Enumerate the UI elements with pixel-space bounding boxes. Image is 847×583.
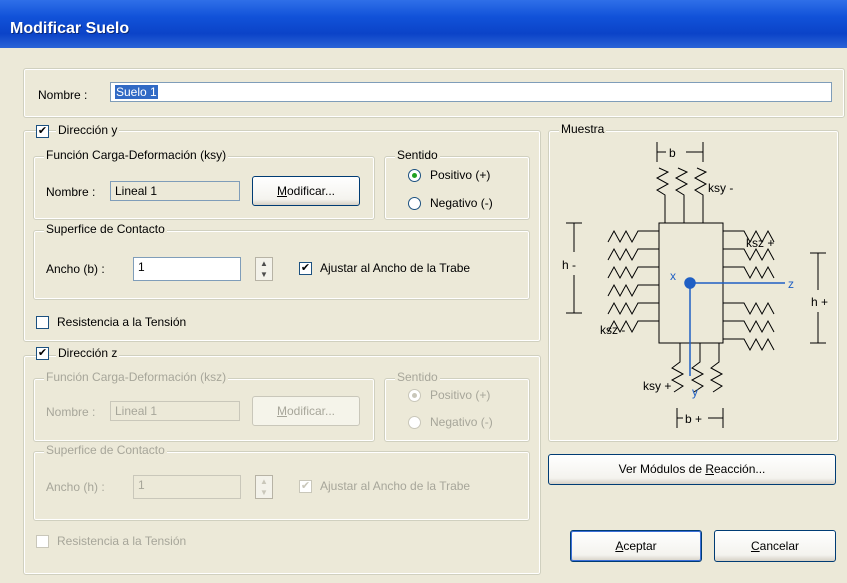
- cancelar-mnemonic: C: [750, 539, 760, 553]
- ancho-b-value: 1: [138, 260, 145, 274]
- cancelar-button[interactable]: Cancelar: [714, 530, 836, 562]
- ancho-h-label: Ancho (h) :: [46, 480, 105, 494]
- label-b-top: b: [669, 146, 676, 160]
- sentido-z-positivo-radio[interactable]: [408, 389, 421, 402]
- ancho-b-input[interactable]: 1: [133, 257, 241, 281]
- nombre-input-value: Suelo 1: [115, 85, 158, 99]
- funcion-ksy-nombre-value: Lineal 1: [115, 184, 158, 198]
- soil-spring-diagram: b ksy - ksz + h - h + ksz - ksy + b + x …: [562, 142, 828, 428]
- resistencia-z-label: Resistencia a la Tensión: [57, 534, 187, 548]
- sentido-z-negativo-label: Negativo (-): [430, 415, 493, 429]
- dialog-window: Modificar Suelo Nombre : Suelo 1 ✔ Direc…: [0, 0, 847, 583]
- sentido-y-group: Sentido: [384, 148, 530, 220]
- label-ksy-minus: ksy -: [708, 181, 733, 195]
- ancho-h-value: 1: [138, 478, 145, 492]
- label-h-plus: h +: [811, 295, 828, 309]
- label-h-minus: h -: [562, 258, 576, 272]
- resistencia-z-checkbox[interactable]: [36, 535, 49, 548]
- ancho-b-spinner[interactable]: ▲ ▼: [255, 257, 273, 281]
- sentido-y-positivo-radio[interactable]: [408, 169, 421, 182]
- aceptar-label: ceptar: [623, 539, 657, 553]
- nombre-input[interactable]: Suelo 1: [110, 82, 832, 102]
- ajustar-z-checkbox[interactable]: ✔: [299, 480, 312, 493]
- spin-down-icon[interactable]: ▼: [256, 269, 272, 280]
- funcion-ksz-legend: Función Carga-Deformación (ksz): [44, 370, 229, 384]
- sentido-y-positivo-label: Positivo (+): [430, 168, 491, 182]
- superficie-y-legend: Superfice de Contacto: [44, 222, 167, 236]
- modificar-ksy-label: odificar...: [286, 184, 336, 198]
- sentido-z-positivo-label: Positivo (+): [430, 388, 491, 402]
- axis-z-label: z: [788, 277, 794, 291]
- modificar-ksz-label: odificar...: [286, 404, 336, 418]
- direccion-z-label: Dirección z: [56, 346, 120, 360]
- ancho-h-input[interactable]: 1: [133, 475, 241, 499]
- axis-x-label: x: [670, 269, 676, 283]
- funcion-ksy-nombre-field: Lineal 1: [110, 181, 240, 201]
- ajustar-y-checkbox[interactable]: ✔: [299, 262, 312, 275]
- spin-up-icon[interactable]: ▲: [256, 258, 272, 269]
- sentido-z-negativo-radio[interactable]: [408, 416, 421, 429]
- ver-modulos-label-pre: Ver Módulos de: [618, 462, 706, 476]
- ajustar-z-label: Ajustar al Ancho de la Trabe: [320, 479, 471, 493]
- cancelar-label: ancelar: [759, 539, 800, 553]
- aceptar-button[interactable]: Aceptar: [570, 530, 702, 562]
- funcion-ksz-nombre-label: Nombre :: [46, 405, 96, 419]
- sentido-y-negativo-label: Negativo (-): [430, 196, 493, 210]
- label-b-bottom: b +: [685, 412, 702, 426]
- modificar-ksz-mnemonic: M: [276, 404, 287, 418]
- direccion-y-label: Dirección y: [56, 123, 120, 137]
- ancho-b-label: Ancho (b) :: [46, 262, 105, 276]
- superficie-z-legend: Superfice de Contacto: [44, 443, 167, 457]
- funcion-ksz-nombre-field: Lineal 1: [110, 401, 240, 421]
- title-bar: Modificar Suelo: [0, 0, 847, 48]
- ver-modulos-label-post: eacción...: [714, 462, 766, 476]
- sentido-y-negativo-radio[interactable]: [408, 197, 421, 210]
- direccion-z-checkbox[interactable]: ✔: [36, 347, 49, 360]
- window-title: Modificar Suelo: [10, 20, 130, 37]
- spin-up-icon[interactable]: ▲: [256, 476, 272, 487]
- resistencia-y-checkbox[interactable]: [36, 316, 49, 329]
- label-ksy-plus: ksy +: [643, 379, 671, 393]
- nombre-label: Nombre :: [38, 88, 88, 102]
- funcion-ksz-nombre-value: Lineal 1: [115, 404, 158, 418]
- funcion-ksy-legend: Función Carga-Deformación (ksy): [44, 148, 229, 162]
- funcion-ksy-nombre-label: Nombre :: [46, 185, 96, 199]
- label-ksz-plus: ksz +: [746, 236, 774, 250]
- ver-modulos-button[interactable]: Ver Módulos de Reacción...: [548, 454, 836, 485]
- ajustar-y-label: Ajustar al Ancho de la Trabe: [320, 261, 471, 275]
- sentido-y-legend: Sentido: [395, 148, 440, 162]
- modificar-ksy-button[interactable]: Modificar...: [252, 176, 360, 206]
- axis-y-label: y: [692, 385, 698, 399]
- direccion-y-checkbox[interactable]: ✔: [36, 125, 49, 138]
- ver-modulos-mnemonic: R: [705, 462, 714, 476]
- label-ksz-minus: ksz -: [600, 323, 625, 337]
- spin-down-icon[interactable]: ▼: [256, 487, 272, 498]
- modificar-ksy-mnemonic: M: [276, 184, 287, 198]
- modificar-ksz-button[interactable]: Modificar...: [252, 396, 360, 426]
- sentido-z-legend: Sentido: [395, 370, 440, 384]
- resistencia-y-label: Resistencia a la Tensión: [57, 315, 187, 329]
- ancho-h-spinner[interactable]: ▲ ▼: [255, 475, 273, 499]
